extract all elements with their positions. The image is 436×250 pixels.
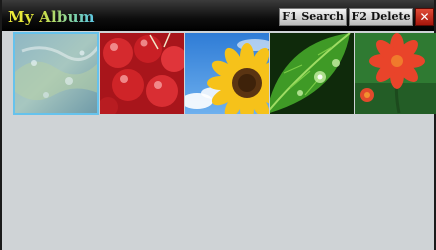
title-bar: My Album F1 Search F2 Delete ✕	[2, 0, 434, 31]
thumb-sunflower[interactable]	[185, 33, 269, 114]
thumb-water[interactable]	[13, 32, 99, 115]
delete-button[interactable]: F2 Delete	[349, 8, 413, 26]
window-title: My Album	[8, 8, 95, 26]
close-icon[interactable]: ✕	[415, 8, 434, 26]
thumbnail-strip	[13, 32, 436, 115]
thumb-cherries[interactable]	[100, 33, 184, 114]
search-button[interactable]: F1 Search	[279, 8, 347, 26]
thumb-red-flower[interactable]	[355, 33, 436, 114]
album-window: My Album F1 Search F2 Delete ✕	[0, 0, 436, 250]
thumb-leaf[interactable]	[270, 33, 354, 114]
